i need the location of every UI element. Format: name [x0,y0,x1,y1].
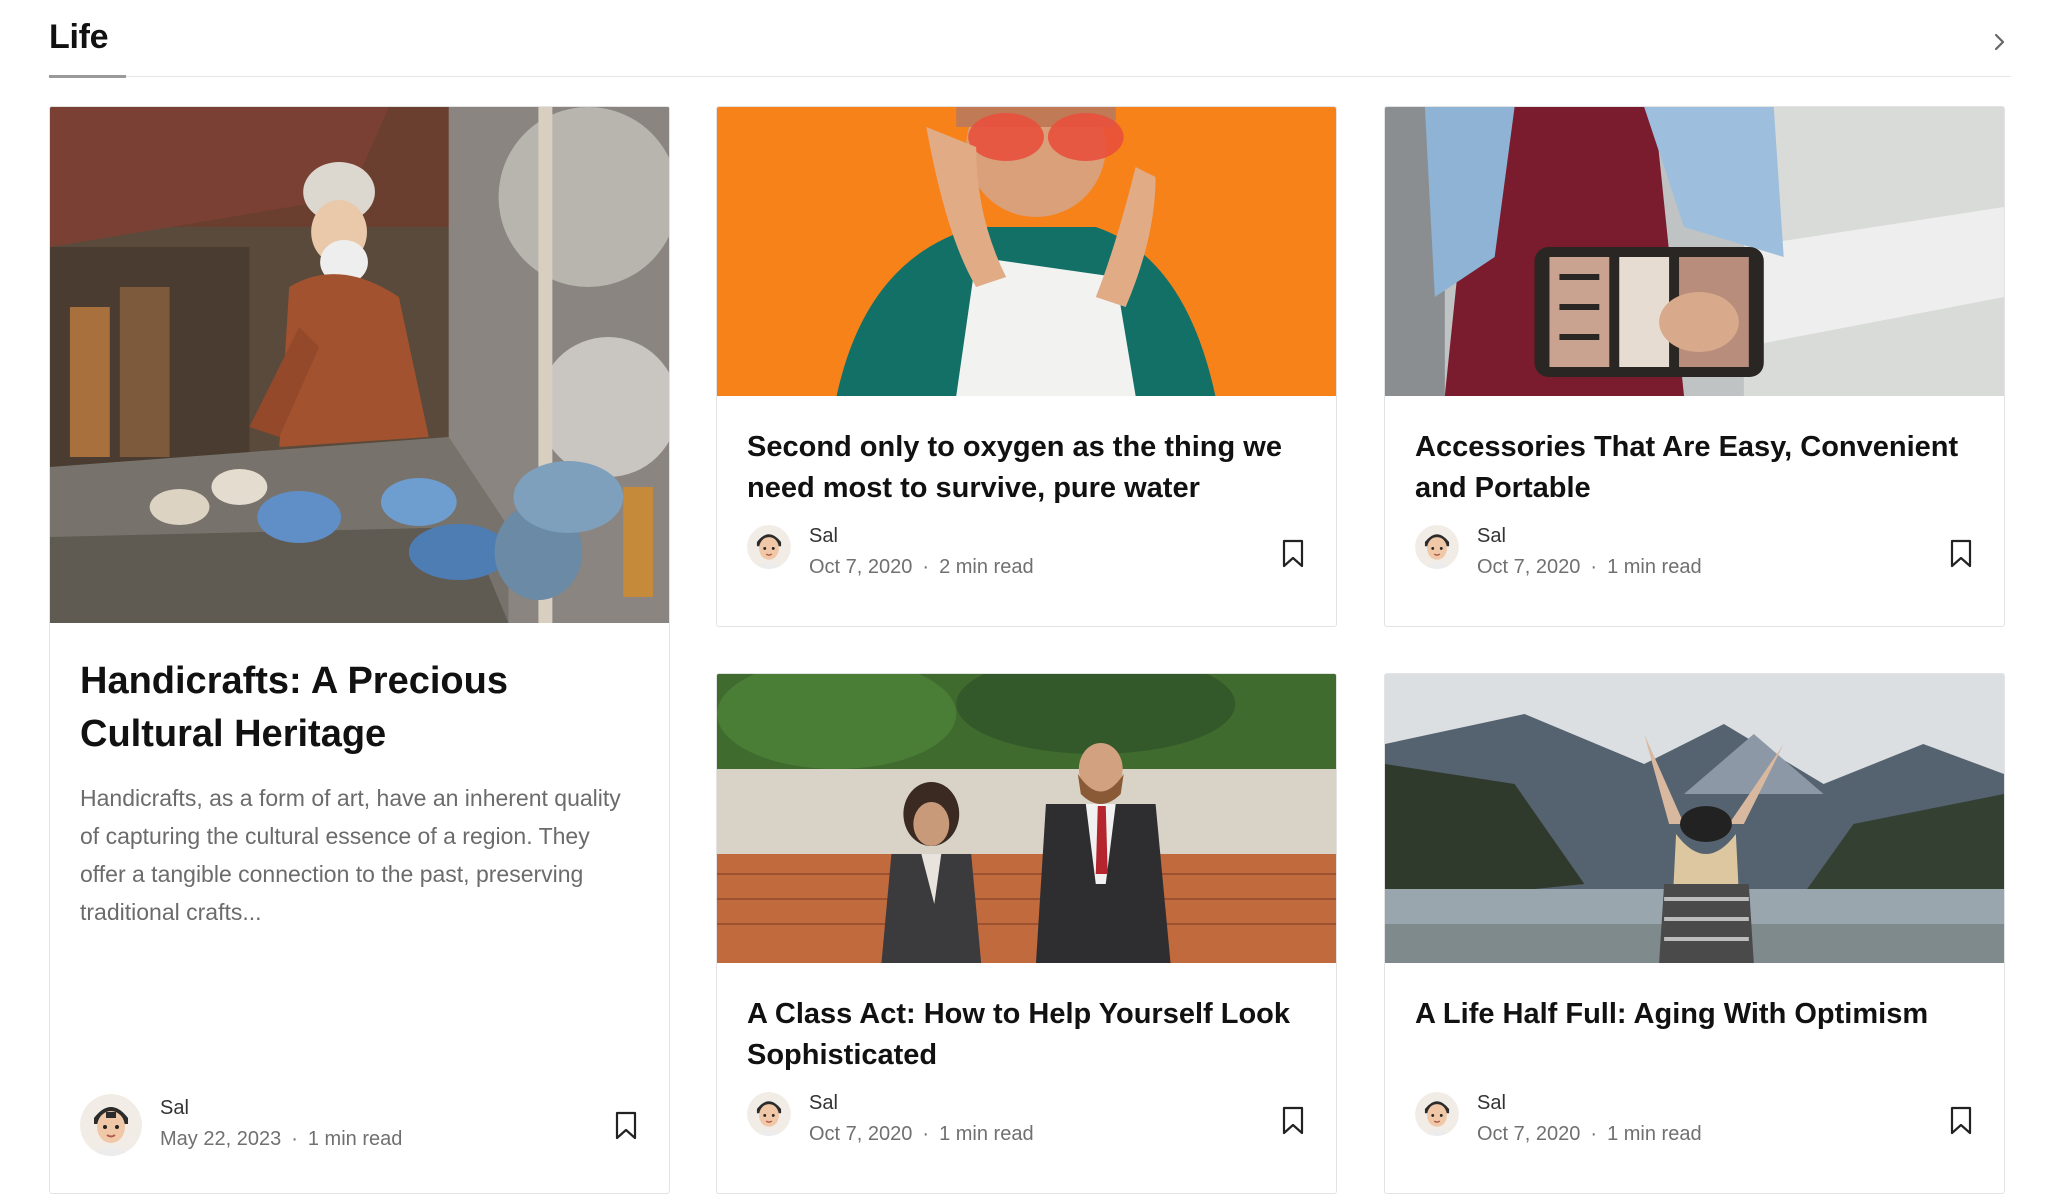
read-time: 1 min read [307,1128,403,1150]
avatar[interactable] [1415,1092,1459,1136]
section-title-underline [49,75,126,78]
avatar[interactable] [80,1094,142,1156]
post-date: May 22, 2023 [160,1128,282,1150]
post-meta: Sal Oct 7, 2020 · 1 min read [1415,1092,1974,1152]
chevron-right-icon[interactable] [1987,30,2011,54]
post-title[interactable]: Second only to oxygen as the thing we ne… [747,427,1306,509]
read-time: 1 min read [1607,1123,1702,1145]
author-name[interactable]: Sal [809,1092,838,1115]
post-card[interactable]: Accessories That Are Easy, Convenient an… [1384,106,2005,627]
post-date: Oct 7, 2020 [1477,556,1581,578]
featured-post-card[interactable]: Handicrafts: A Precious Cultural Heritag… [49,106,670,1194]
bookmark-icon[interactable] [1948,539,1974,569]
life-section: Life Handicrafts: A Precious Cultural He… [0,0,2047,1204]
read-time: 1 min read [939,1123,1034,1145]
read-time: 2 min read [939,556,1034,578]
post-meta: Sal Oct 7, 2020 · 1 min read [747,1092,1306,1152]
separator-dot: · [1590,1123,1598,1145]
business-couple-photo[interactable] [717,674,1336,963]
post-meta: Sal Oct 7, 2020 · 1 min read [1415,525,1974,585]
post-date-readtime: Oct 7, 2020 · 1 min read [809,1123,1034,1146]
post-date-readtime: Oct 7, 2020 · 1 min read [1477,556,1702,579]
post-card[interactable]: A Life Half Full: Aging With Optimism Sa… [1384,673,2005,1194]
separator-dot: · [1590,556,1598,578]
avatar[interactable] [1415,525,1459,569]
post-card[interactable]: Second only to oxygen as the thing we ne… [716,106,1337,627]
avatar[interactable] [747,525,791,569]
mountain-lake-woman-photo[interactable] [1385,674,2004,963]
author-name[interactable]: Sal [809,525,838,548]
post-title[interactable]: A Class Act: How to Help Yourself Look S… [747,994,1306,1076]
post-meta: Sal May 22, 2023 · 1 min read [80,1094,639,1157]
post-meta: Sal Oct 7, 2020 · 2 min read [747,525,1306,585]
post-date: Oct 7, 2020 [809,1123,913,1145]
section-header: Life [49,0,2011,78]
post-date-readtime: Oct 7, 2020 · 1 min read [1477,1123,1702,1146]
post-title[interactable]: Accessories That Are Easy, Convenient an… [1415,427,1974,509]
bookmark-icon[interactable] [1948,1106,1974,1136]
separator-dot: · [922,1123,930,1145]
avatar[interactable] [747,1092,791,1136]
bookmark-icon[interactable] [1280,1106,1306,1136]
clutch-bag-photo[interactable] [1385,107,2004,396]
craftsman-market-photo[interactable] [50,107,669,623]
separator-dot: · [291,1128,298,1150]
post-date-readtime: Oct 7, 2020 · 2 min read [809,556,1034,579]
post-card[interactable]: A Class Act: How to Help Yourself Look S… [716,673,1337,1194]
featured-post-excerpt: Handicrafts, as a form of art, have an i… [80,785,621,925]
separator-dot: · [922,556,930,578]
bookmark-icon[interactable] [1280,539,1306,569]
bookmark-icon[interactable] [613,1111,639,1141]
author-name[interactable]: Sal [160,1097,189,1120]
post-date: Oct 7, 2020 [809,556,913,578]
post-title[interactable]: A Life Half Full: Aging With Optimism [1415,994,1974,1035]
post-date: Oct 7, 2020 [1477,1123,1581,1145]
post-date-readtime: May 22, 2023 · 1 min read [160,1128,402,1151]
author-name[interactable]: Sal [1477,525,1506,548]
author-name[interactable]: Sal [1477,1092,1506,1115]
woman-sunglasses-orange-photo[interactable] [717,107,1336,396]
read-time: 1 min read [1607,556,1702,578]
featured-post-title[interactable]: Handicrafts: A Precious Cultural Heritag… [80,655,639,761]
section-title: Life [49,18,109,56]
